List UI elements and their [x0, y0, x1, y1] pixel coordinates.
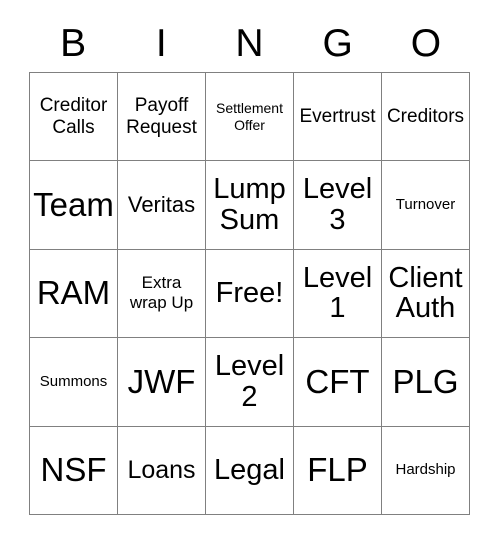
bingo-cell[interactable]: Creditors — [382, 73, 470, 162]
bingo-cell[interactable]: Turnover — [382, 161, 470, 250]
bingo-cell-free[interactable]: Free! — [206, 249, 294, 339]
bingo-cell-label: NSF — [40, 451, 107, 489]
bingo-cell[interactable]: Summons — [30, 338, 118, 427]
bingo-cell-label: Hardship — [395, 461, 456, 479]
bingo-grid: Creditor Calls Payoff Request Settlement O… — [29, 72, 470, 515]
bingo-cell-label: Settlement Offer — [216, 100, 283, 133]
bingo-cell[interactable]: Hardship — [382, 426, 470, 515]
bingo-cell[interactable]: Client Auth — [382, 249, 470, 339]
bingo-cell[interactable]: Creditor Calls — [30, 73, 118, 162]
bingo-cell-label: PLG — [392, 362, 459, 400]
bingo-cell[interactable]: RAM — [30, 249, 118, 339]
bingo-cell[interactable]: Evertrust — [294, 73, 382, 162]
bingo-cell[interactable]: Settlement Offer — [206, 73, 294, 162]
bingo-cell[interactable]: Team — [30, 161, 118, 250]
bingo-cell-label: FLP — [307, 451, 368, 489]
bingo-cell[interactable]: Veritas — [118, 161, 206, 250]
bingo-cell-label: Extra wrap Up — [129, 272, 194, 313]
bingo-cell-label: Level 2 — [214, 350, 285, 413]
bingo-header-letter-o: O — [410, 22, 442, 65]
bingo-cell[interactable]: Extra wrap Up — [118, 249, 206, 339]
bingo-cell[interactable]: Level 2 — [206, 338, 294, 427]
bingo-header-letter-i: I — [155, 22, 167, 65]
bingo-header-row: B I N G O — [29, 16, 470, 72]
bingo-cell[interactable]: NSF — [30, 426, 118, 515]
bingo-cell-label: Creditor Calls — [39, 95, 108, 138]
bingo-cell-label: Team — [33, 185, 114, 223]
bingo-cell-label: Evertrust — [299, 106, 376, 128]
bingo-cell-label: Level 3 — [302, 173, 373, 237]
bingo-card: B I N G O Creditor Calls Payoff Request Se… — [0, 0, 500, 544]
bingo-cell[interactable]: Payoff Request — [118, 73, 206, 162]
bingo-cell-label: Free! — [215, 277, 284, 310]
bingo-cell-label: Summons — [39, 373, 108, 391]
bingo-header-letter-b: B — [60, 22, 87, 65]
bingo-cell[interactable]: FLP — [294, 426, 382, 515]
bingo-cell-label: Payoff Request — [126, 95, 197, 138]
bingo-header-letter-n: N — [235, 22, 264, 65]
bingo-cell[interactable]: CFT — [294, 338, 382, 427]
bingo-cell-label: Veritas — [127, 192, 196, 217]
bingo-cell-label: Creditors — [386, 106, 465, 128]
bingo-cell-label: Legal — [214, 453, 285, 486]
bingo-cell[interactable]: PLG — [382, 338, 470, 427]
bingo-cell[interactable]: Level 1 — [294, 249, 382, 339]
bingo-cell[interactable]: Level 3 — [294, 161, 382, 250]
bingo-cell[interactable]: Legal — [206, 426, 294, 515]
bingo-cell[interactable]: Loans — [118, 426, 206, 515]
bingo-cell-label: Client Auth — [388, 261, 463, 325]
bingo-cell-label: Level 1 — [302, 261, 373, 325]
bingo-cell-label: CFT — [305, 362, 370, 400]
bingo-cell-label: Loans — [127, 455, 196, 484]
bingo-header-letter-g: G — [322, 22, 353, 65]
bingo-cell-label: Turnover — [395, 196, 456, 214]
bingo-cell-label: JWF — [127, 362, 196, 400]
bingo-cell[interactable]: Lump Sum — [206, 161, 294, 250]
bingo-cell-label: RAM — [36, 274, 111, 312]
bingo-cell-label: Lump Sum — [213, 173, 286, 237]
bingo-cell[interactable]: JWF — [118, 338, 206, 427]
